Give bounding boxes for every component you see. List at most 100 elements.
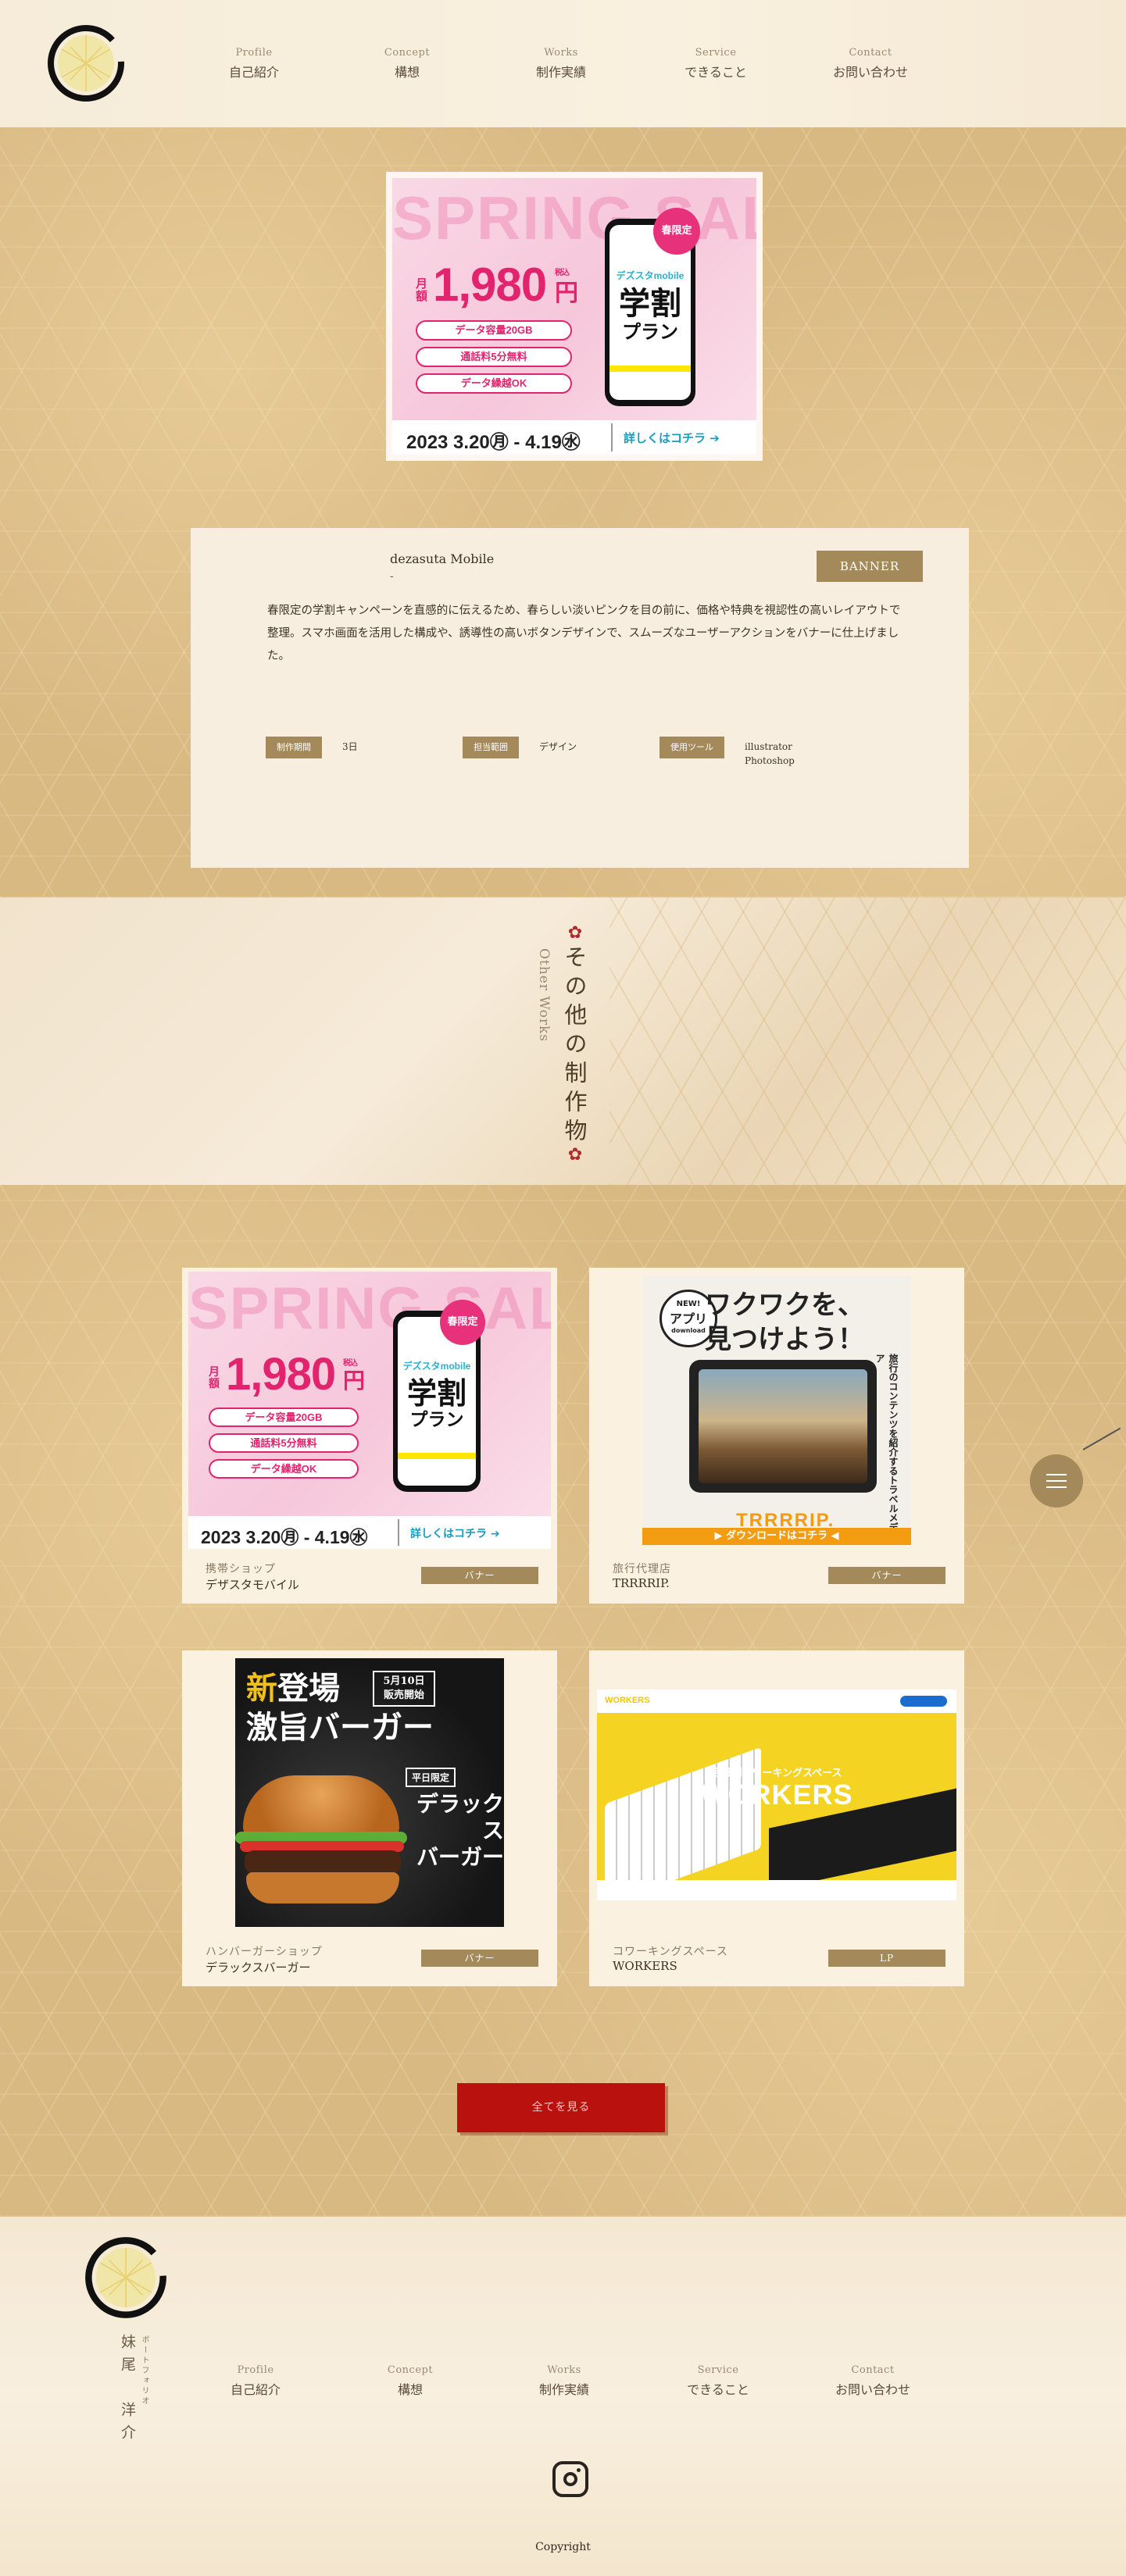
menu-icon xyxy=(1046,1486,1067,1488)
menu-icon xyxy=(1046,1480,1067,1482)
workers-title: WORKERS xyxy=(700,1779,853,1811)
nav-en-label: Contact xyxy=(849,47,892,59)
tablet-image xyxy=(689,1360,877,1493)
banner-divider xyxy=(611,423,613,451)
footer-nav-profile[interactable]: Profile 自己紹介 xyxy=(197,2364,314,2398)
banner-brand: デズスタmobile xyxy=(402,1361,471,1372)
banner-yen: 円 xyxy=(343,1368,365,1393)
work-card[interactable]: WORKERS 会員制コワーキングスペース WORKERS コワーキングスペース… xyxy=(589,1650,964,1986)
work-tag: LP xyxy=(828,1950,945,1967)
banner-pill: データ容量20GB xyxy=(416,320,572,341)
instagram-icon[interactable] xyxy=(552,2461,588,2497)
banner-price: 1,980 xyxy=(433,259,547,311)
burger-deluxe-1: デラックス xyxy=(416,1791,504,1843)
nav-en-label: Works xyxy=(544,47,578,59)
burger-date-box: 5月10日 販売開始 xyxy=(373,1671,435,1707)
other-works-title: その他の制作物 xyxy=(561,945,588,1147)
nav-jp-label: 自己紹介 xyxy=(228,65,279,80)
burger-date-1: 5月10日 xyxy=(383,1675,425,1687)
burger-patty xyxy=(245,1850,401,1874)
work-type-tag: BANNER xyxy=(817,551,923,582)
workers-nav-button xyxy=(900,1696,947,1707)
nav-en-label: Profile xyxy=(235,47,273,59)
footer-nav-concept[interactable]: Concept 構想 xyxy=(352,2364,469,2398)
banner-pill: 通話料5分無料 xyxy=(209,1433,359,1453)
view-all-button[interactable]: 全てを見る xyxy=(457,2083,665,2132)
banner-pill: 通話料5分無料 xyxy=(416,347,572,367)
work-detail-card: dezasuta Mobile - BANNER 春限定の学割キャンペーンを直感… xyxy=(191,528,969,868)
site-header: Profile 自己紹介 Concept 構想 Works 制作実績 Service で… xyxy=(0,0,1126,127)
other-works-subtitle: Other Works xyxy=(536,948,552,1043)
burger-deluxe-2: バーガー xyxy=(416,1844,504,1870)
footer-nav-works[interactable]: Works 制作実績 xyxy=(506,2364,623,2398)
work-thumbnail: SPRING SALE 月額 1,980 円 税込 データ容量20GB 通話料5… xyxy=(188,1272,551,1549)
banner-pill: データ繰越OK xyxy=(416,373,572,394)
banner-plan-small: プラン xyxy=(409,1410,464,1430)
travel-download-bar: ▶ ダウンロードはコチラ ◀ xyxy=(642,1528,911,1545)
banner-pill: データ繰越OK xyxy=(209,1459,359,1479)
flower-icon: ✿ xyxy=(567,923,583,943)
work-card[interactable]: SPRING SALE 月額 1,980 円 税込 データ容量20GB 通話料5… xyxy=(182,1268,557,1604)
banner-cta: 詳しくはコチラ ➔ xyxy=(410,1528,500,1540)
nav-profile[interactable]: Profile 自己紹介 xyxy=(195,47,313,80)
nav-en-label: Works xyxy=(547,2364,581,2376)
footer-nav-service[interactable]: Service できること xyxy=(660,2364,777,2398)
banner-price: 1,980 xyxy=(226,1349,336,1400)
banner-yellow-bar xyxy=(609,366,691,372)
burger-line2: 激旨バーガー xyxy=(246,1709,434,1746)
work-thumbnail: WORKERS 会員制コワーキングスペース WORKERS xyxy=(597,1689,956,1900)
burger-line1: 登場 xyxy=(277,1670,340,1707)
site-logo-icon[interactable] xyxy=(47,23,125,103)
work-name: デザスタモバイル xyxy=(206,1578,299,1592)
nav-jp-label: 構想 xyxy=(397,2382,423,2397)
burger-date-2: 販売開始 xyxy=(383,1689,424,1701)
work-category: コワーキングスペース xyxy=(613,1946,728,1958)
banner-tax: 税込 xyxy=(343,1359,358,1368)
work-card[interactable]: NEW! アプリ download ワクワクを、 見つけよう！ 旅行のコンテンツ… xyxy=(589,1268,964,1604)
banner-pill: データ容量20GB xyxy=(209,1408,359,1427)
nav-en-label: Service xyxy=(697,2364,739,2376)
banner-plan-big: 学割 xyxy=(619,286,681,322)
meta-period: 制作期間 3日 xyxy=(266,737,358,760)
banner-bottom-bar: 2023 3.20㊊ - 4.19㊌ 詳しくはコチラ ➔ xyxy=(188,1516,551,1549)
meta-value: 3日 xyxy=(342,741,358,752)
meta-value: デザイン xyxy=(539,741,577,752)
work-card[interactable]: 新登場 激旨バーガー 5月10日 販売開始 平日限定 デラックス バーガー ハン… xyxy=(182,1650,557,1986)
nav-jp-label: お問い合わせ xyxy=(832,65,908,80)
footer-owner-name: 妹尾 洋介 xyxy=(119,2334,136,2447)
instagram-dot xyxy=(577,2468,581,2472)
footer-logo-icon[interactable] xyxy=(84,2235,167,2320)
work-name: デラックスバーガー xyxy=(206,1961,311,1975)
banner-plan-big: 学割 xyxy=(406,1376,466,1411)
travel-head-1: ワクワクを、 xyxy=(705,1290,864,1321)
menu-icon xyxy=(1046,1474,1067,1475)
flower-icon: ✿ xyxy=(567,1145,583,1165)
travel-vertical-text: 旅行のコンテンツを紹介するトラベルメディア xyxy=(874,1354,899,1541)
footer-nav-contact[interactable]: Contact お問い合わせ xyxy=(814,2364,931,2398)
meta-tools: 使用ツール illustrator Photoshop xyxy=(660,737,795,766)
banner-monthly: 月額 xyxy=(209,1366,220,1390)
nav-contact[interactable]: Contact お問い合わせ xyxy=(812,47,929,80)
nav-jp-label: 制作実績 xyxy=(535,65,586,80)
nav-concept[interactable]: Concept 構想 xyxy=(349,47,466,80)
nav-service[interactable]: Service できること xyxy=(657,47,774,80)
banner-divider xyxy=(398,1519,399,1546)
banner-cta: 詳しくはコチラ ➔ xyxy=(624,431,720,445)
work-description: 春限定の学割キャンペーンを直感的に伝えるため、春らしい淡いピンクを目の前に、価格… xyxy=(267,605,901,662)
workers-subtitle: 会員制コワーキングスペース xyxy=(711,1768,842,1779)
banner-bg-title: SPRING SALE xyxy=(392,184,756,252)
banner-badge: 春限定 xyxy=(440,1300,485,1345)
work-tag: バナー xyxy=(421,1950,538,1967)
banner-badge: 春限定 xyxy=(653,208,700,255)
nav-en-label: Contact xyxy=(851,2364,895,2376)
work-thumbnail: 新登場 激旨バーガー 5月10日 販売開始 平日限定 デラックス バーガー xyxy=(235,1658,504,1927)
tablet-screen xyxy=(699,1369,867,1483)
nav-works[interactable]: Works 制作実績 xyxy=(502,47,620,80)
work-name: TRRRRIP. xyxy=(613,1576,670,1590)
site-footer: 妹尾 洋介 ポートフォリオ Profile 自己紹介 Concept 構想 Work… xyxy=(0,2217,1126,2576)
burger-bottom-bun xyxy=(246,1872,399,1903)
menu-button[interactable] xyxy=(1030,1454,1083,1507)
instagram-lens xyxy=(563,2472,577,2486)
workers-logo: WORKERS xyxy=(605,1696,650,1705)
nav-jp-label: 構想 xyxy=(394,65,420,80)
